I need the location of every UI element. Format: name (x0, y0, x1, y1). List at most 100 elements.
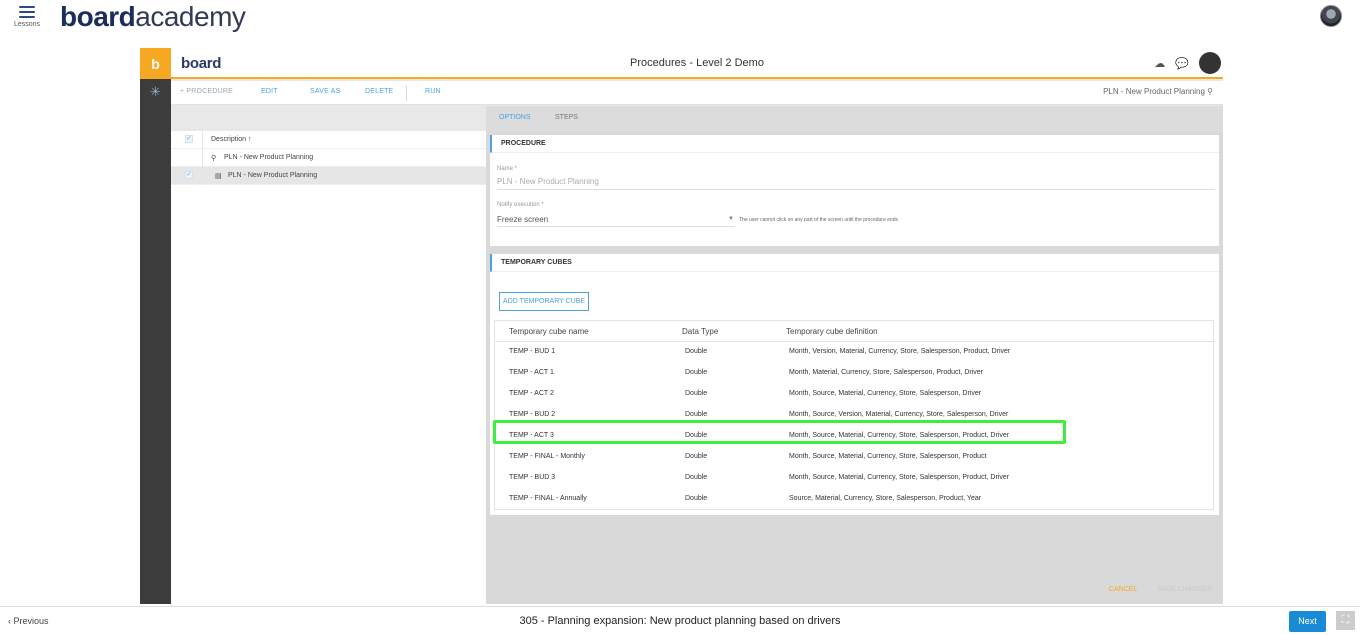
edit-button[interactable]: EDIT (261, 88, 278, 95)
column-header: Temporary cube definition (786, 327, 878, 336)
procedure-icon: ▤ (215, 173, 222, 180)
table-row[interactable]: TEMP - ACT 1 Double Month, Material, Curre… (495, 363, 1215, 384)
column-divider (202, 131, 203, 149)
academy-header: Lessons boardacademy (0, 0, 1360, 44)
cube-definition-cell: Month, Source, Material, Currency, Store… (789, 432, 1010, 439)
table-row[interactable]: TEMP - FINAL - Monthly Double Month, Sourc… (495, 447, 1215, 468)
cube-name-cell: TEMP - BUD 2 (509, 411, 556, 418)
temporary-cubes-table: Temporary cube name Data Type Temporary … (494, 320, 1215, 510)
cube-definition-cell: Month, Material, Currency, Store, Salesp… (789, 369, 984, 376)
cube-definition-cell: Source, Material, Currency, Store, Sales… (789, 495, 982, 502)
procedure-search[interactable]: PLN - New Product Planning ⚲ (1103, 87, 1213, 96)
temporary-cubes-card: TEMPORARY CUBES ADD TEMPORARY CUBE Tempo… (490, 254, 1219, 515)
list-search-text: PLN - New Product Planning (224, 154, 314, 161)
profile-icon[interactable] (1199, 52, 1221, 74)
cloud-icon[interactable]: ☁ (1154, 57, 1165, 70)
data-type-cell: Double (685, 348, 708, 355)
table-row[interactable]: TEMP - BUD 2 Double Month, Source, Version… (495, 405, 1215, 426)
list-spacer (171, 106, 486, 131)
cube-definition-cell: Month, Source, Material, Currency, Store… (789, 474, 1010, 481)
table-row[interactable]: TEMP - BUD 1 Double Month, Version, Materi… (495, 342, 1215, 363)
cube-definition-cell: Month, Source, Material, Currency, Store… (789, 390, 982, 397)
network-icon[interactable]: ✳ (140, 79, 171, 105)
fullscreen-icon[interactable]: ⛶ (1336, 611, 1355, 630)
topbar-icons: ☁ 💬 (1154, 52, 1221, 74)
add-temporary-cube-button[interactable]: ADD TEMPORARY CUBE (499, 292, 590, 311)
chevron-down-icon[interactable]: ▼ (728, 216, 734, 222)
save-changes-button[interactable]: SAVE CHANGES (1157, 586, 1212, 593)
toolbar-divider (406, 85, 407, 101)
cube-name-cell: TEMP - BUD 1 (509, 348, 556, 355)
list-search-row[interactable]: ⚲ PLN - New Product Planning (171, 149, 486, 167)
name-field[interactable]: PLN - New Product Planning (497, 177, 599, 186)
notify-underline (497, 226, 735, 227)
column-header: Data Type (682, 327, 719, 336)
procedure-card: PROCEDURE Name * PLN - New Product Plann… (490, 135, 1219, 246)
notify-hint: The user cannot click on any part of the… (739, 217, 898, 223)
cube-name-cell: TEMP - ACT 1 (509, 369, 554, 376)
data-type-cell: Double (685, 453, 708, 460)
search-value: PLN - New Product Planning (1103, 87, 1205, 96)
lesson-title: 305 - Planning expansion: New product pl… (519, 615, 841, 627)
table-row[interactable]: TEMP - FINAL - Annually Double Source, Mat… (495, 489, 1215, 510)
notify-label: Notify execution * (497, 202, 544, 208)
column-header: Temporary cube name (509, 327, 589, 336)
cube-name-cell: TEMP - ACT 2 (509, 390, 554, 397)
user-avatar[interactable] (1320, 5, 1342, 27)
data-type-cell: Double (685, 390, 708, 397)
list-item-label: PLN - New Product Planning (228, 172, 318, 179)
cube-definition-cell: Month, Version, Material, Currency, Stor… (789, 348, 1011, 355)
data-type-cell: Double (685, 474, 708, 481)
procedure-list: ✓ Description ↑ ⚲ PLN - New Product Plan… (171, 106, 486, 604)
cancel-button[interactable]: CANCEL (1109, 586, 1137, 593)
table-header: Temporary cube name Data Type Temporary … (495, 321, 1215, 342)
tab-steps[interactable]: STEPS (555, 114, 578, 121)
table-row[interactable]: TEMP - BUD 3 Double Month, Source, Materia… (495, 468, 1215, 489)
board-app-frame: b ✳ board Procedures - Level 2 Demo ☁ 💬 … (140, 48, 1223, 604)
cube-name-cell: TEMP - FINAL - Annually (509, 495, 587, 502)
search-icon: ⚲ (1207, 87, 1213, 96)
list-item[interactable]: ✓ ▤ PLN - New Product Planning (171, 167, 486, 185)
data-type-cell: Double (685, 495, 708, 502)
chat-icon[interactable]: 💬 (1175, 57, 1189, 70)
name-label: Name * (497, 166, 518, 172)
board-logo-icon[interactable]: b (140, 48, 171, 79)
temporary-cubes-title: TEMPORARY CUBES (490, 254, 1219, 272)
procedure-detail: OPTIONS STEPS PROCEDURE Name * PLN - New… (486, 106, 1223, 604)
page-title: Procedures - Level 2 Demo (630, 57, 764, 69)
delete-button[interactable]: DELETE (365, 88, 393, 95)
description-header[interactable]: Description ↑ (211, 136, 251, 143)
data-type-cell: Double (685, 411, 708, 418)
list-header: ✓ Description ↑ (171, 131, 486, 149)
data-type-cell: Double (685, 432, 708, 439)
column-divider (202, 167, 203, 185)
cube-definition-cell: Month, Source, Material, Currency, Store… (789, 453, 987, 460)
detail-tabs: OPTIONS STEPS (486, 106, 1223, 131)
name-underline (497, 189, 1215, 190)
list-search-icon: ⚲ (211, 155, 217, 162)
row-checkbox[interactable]: ✓ (185, 171, 193, 179)
next-button[interactable]: Next (1289, 611, 1326, 632)
run-button[interactable]: RUN (425, 88, 441, 95)
new-procedure-button[interactable]: + PROCEDURE (180, 88, 233, 95)
cube-name-cell: TEMP - FINAL - Monthly (509, 453, 585, 460)
notify-select[interactable]: Freeze screen (497, 215, 548, 224)
data-type-cell: Double (685, 369, 708, 376)
lesson-navigation: ‹ Previous 305 - Planning expansion: New… (0, 606, 1360, 635)
detail-footer: CANCEL SAVE CHANGES (1109, 586, 1212, 593)
table-row[interactable]: TEMP - ACT 2 Double Month, Source, Materia… (495, 384, 1215, 405)
column-divider (202, 149, 203, 167)
left-rail: b ✳ (140, 48, 171, 604)
academy-logo: boardacademy (60, 1, 246, 32)
hamburger-icon (19, 6, 35, 18)
cube-name-cell: TEMP - ACT 3 (509, 432, 554, 439)
tab-options[interactable]: OPTIONS (499, 114, 531, 121)
select-all-checkbox[interactable]: ✓ (185, 135, 193, 143)
lessons-label: Lessons (13, 21, 41, 28)
lessons-menu-button[interactable]: Lessons (10, 6, 44, 28)
cube-name-cell: TEMP - BUD 3 (509, 474, 556, 481)
procedure-toolbar: + PROCEDURE EDIT SAVE AS DELETE RUN PLN … (171, 81, 1223, 105)
app-topbar: board Procedures - Level 2 Demo ☁ 💬 (171, 48, 1223, 79)
table-row[interactable]: TEMP - ACT 3 Double Month, Source, Materia… (495, 426, 1215, 447)
save-as-button[interactable]: SAVE AS (310, 88, 340, 95)
